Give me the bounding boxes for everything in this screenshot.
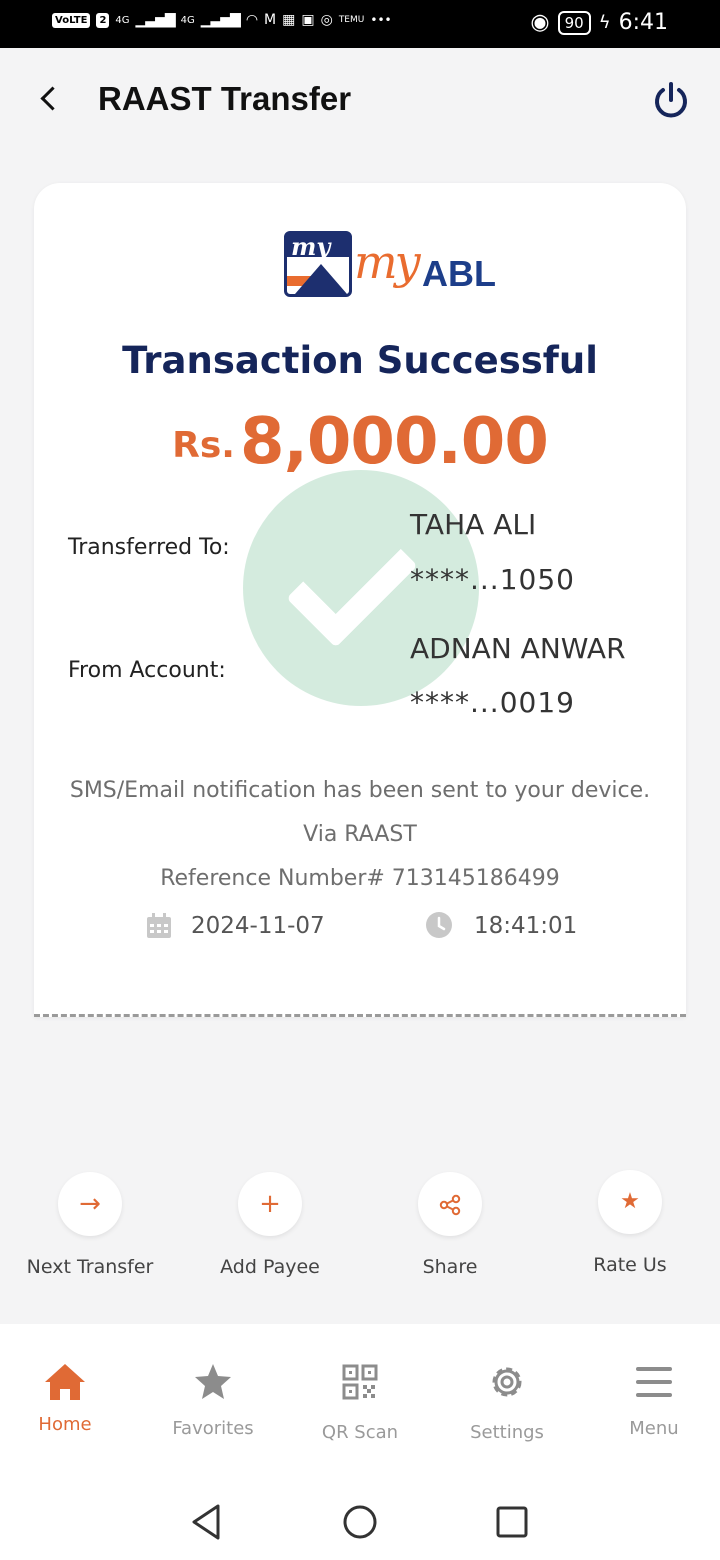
from-account-label: From Account:: [68, 658, 226, 683]
myabl-app-icon: ▣: [301, 12, 315, 28]
temu-icon: TEMU: [338, 15, 365, 25]
nav-item-menu[interactable]: Menu: [582, 1360, 720, 1439]
more-notifications-icon: •••: [370, 13, 392, 27]
logo-emblem: my: [284, 231, 352, 297]
signal-icon: ▁▃▅▇: [135, 12, 176, 28]
transfer-amount: Rs. 8,000.00: [34, 405, 686, 479]
nav-item-home[interactable]: Home: [0, 1360, 137, 1435]
nav-label-favorites: Favorites: [172, 1418, 254, 1439]
arrow-right-icon: →: [58, 1172, 122, 1236]
nav-item-favorites[interactable]: Favorites: [141, 1360, 285, 1439]
share-icon: [418, 1172, 482, 1236]
nav-item-qr-scan[interactable]: QR Scan: [288, 1360, 432, 1443]
app-icon: ▦: [282, 12, 296, 28]
system-recents-icon[interactable]: [492, 1502, 532, 1542]
amount-value: 8,000.00: [240, 405, 549, 479]
share-button[interactable]: Share: [365, 1172, 535, 1278]
hotspot-icon: ◎: [320, 12, 333, 28]
rate-us-button[interactable]: ★ Rate Us: [545, 1170, 715, 1276]
logo-abl-text: ABL: [422, 253, 496, 294]
rate-us-label: Rate Us: [593, 1254, 667, 1276]
add-payee-label: Add Payee: [220, 1256, 320, 1278]
sender-account: ****...0019: [410, 686, 575, 719]
status-bar: VoLTE 2 4G ▁▃▅▇ 4G ▁▃▅▇ ◠ M ▦ ▣ ◎ TEMU •…: [0, 0, 720, 48]
myabl-logo: my my ABL: [284, 231, 506, 307]
recipient-account: ****...1050: [410, 563, 575, 596]
gmail-icon: M: [264, 12, 277, 28]
transaction-time: 18:41:01: [474, 913, 578, 939]
clock-icon: [426, 912, 452, 938]
logout-power-icon[interactable]: [652, 80, 690, 120]
system-navigation-bar: [0, 1484, 720, 1560]
volte-indicator: VoLTE: [52, 12, 91, 28]
home-icon: [45, 1364, 85, 1400]
app-header: RAAST Transfer: [0, 48, 720, 158]
calendar-icon: [147, 913, 171, 938]
battery-indicator: 90: [557, 10, 591, 35]
nav-label-qr-scan: QR Scan: [321, 1422, 399, 1443]
logo-my-text: my: [354, 235, 421, 289]
star-icon: [195, 1364, 231, 1399]
add-payee-button[interactable]: + Add Payee: [185, 1172, 355, 1278]
system-home-icon[interactable]: [340, 1502, 380, 1542]
status-bar-right: ◉ 90 ϟ 6:41: [530, 10, 668, 35]
hamburger-menu-icon: [636, 1367, 672, 1397]
qr-code-icon: [342, 1364, 378, 1400]
status-bar-left: VoLTE 2 4G ▁▃▅▇ 4G ▁▃▅▇ ◠ M ▦ ▣ ◎ TEMU •…: [52, 12, 392, 28]
sim-slot-indicator: 2: [96, 12, 110, 28]
nav-item-settings[interactable]: Settings: [435, 1360, 579, 1443]
nav-label-settings: Settings: [470, 1422, 544, 1443]
transaction-status-title: Transaction Successful: [122, 339, 598, 382]
star-icon: ★: [598, 1170, 662, 1234]
recipient-name: TAHA ALI: [410, 508, 537, 541]
network-type-2: 4G: [180, 14, 195, 26]
share-label: Share: [422, 1256, 478, 1278]
wifi-icon: ◠: [245, 12, 259, 28]
system-back-icon[interactable]: [186, 1502, 226, 1542]
payment-channel: Via RAAST: [303, 822, 417, 847]
signal-icon-2: ▁▃▅▇: [200, 12, 241, 28]
receipt-card: my my ABL Transaction Successful Rs. 8,0…: [34, 183, 686, 1017]
clock: 6:41: [618, 10, 668, 35]
sender-name: ADNAN ANWAR: [410, 632, 626, 665]
next-transfer-label: Next Transfer: [26, 1256, 154, 1278]
nav-label-menu: Menu: [629, 1418, 679, 1439]
next-transfer-button[interactable]: → Next Transfer: [5, 1172, 175, 1278]
receipt-tear-line: [34, 1013, 686, 1017]
back-button[interactable]: [34, 78, 66, 118]
page-title: RAAST Transfer: [98, 80, 352, 117]
transferred-to-label: Transferred To:: [68, 535, 230, 560]
charging-icon: ϟ: [598, 12, 611, 33]
bottom-navigation: Home Favorites QR Scan Settings Menu: [0, 1324, 720, 1484]
notification-message: SMS/Email notification has been sent to …: [69, 778, 651, 803]
currency-label: Rs.: [172, 425, 235, 466]
eye-icon: ◉: [530, 10, 550, 35]
reference-number: Reference Number# 713145186499: [160, 866, 560, 891]
transaction-date: 2024-11-07: [191, 913, 325, 939]
plus-icon: +: [238, 1172, 302, 1236]
nav-label-home: Home: [38, 1414, 92, 1435]
gear-icon: [492, 1367, 522, 1397]
network-type-1: 4G: [115, 14, 130, 26]
